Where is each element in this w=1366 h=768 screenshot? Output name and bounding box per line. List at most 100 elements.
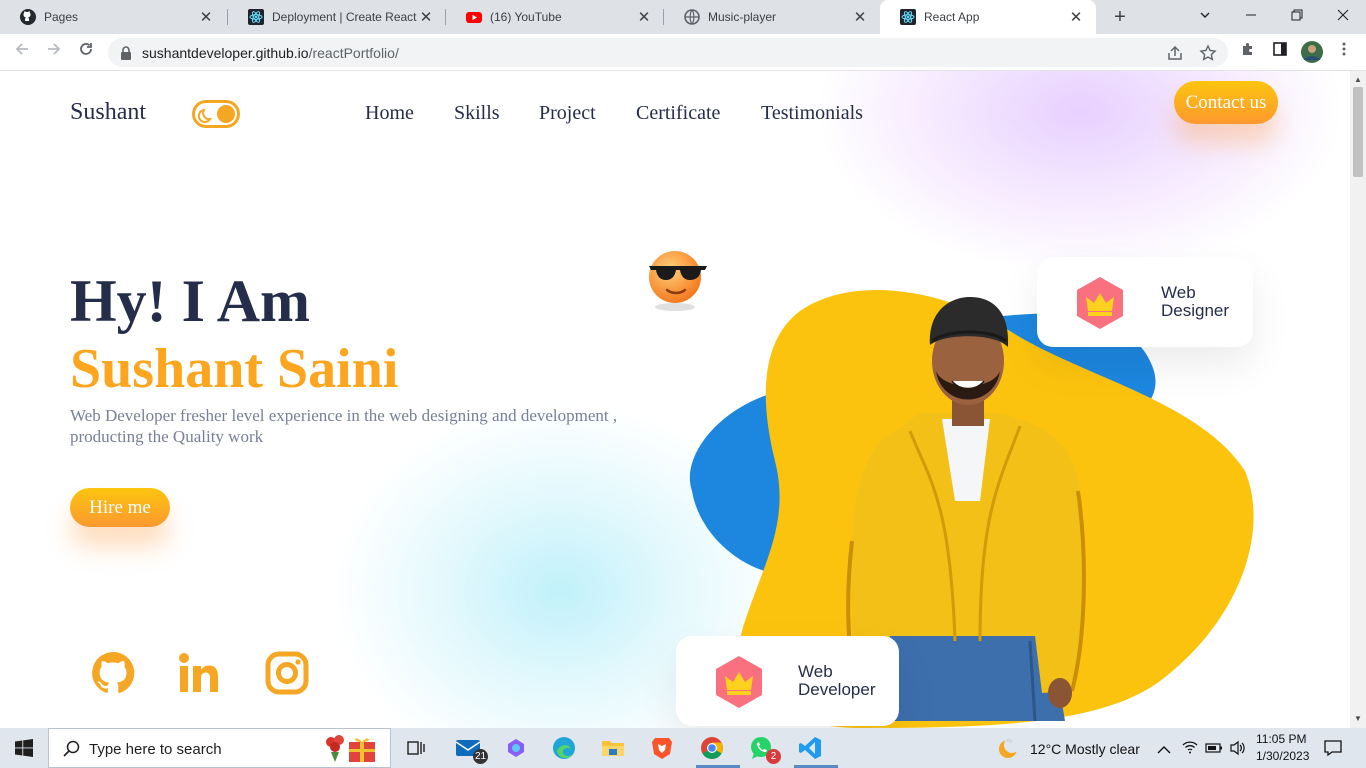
nav-certificate[interactable]: Certificate: [636, 102, 720, 125]
taskbar-vscode[interactable]: [794, 732, 838, 768]
crown-icon: [1073, 275, 1127, 336]
windows-logo-icon: [15, 739, 33, 757]
taskbar-copilot[interactable]: [500, 732, 532, 764]
back-button[interactable]: [10, 41, 34, 65]
nav-testimonials[interactable]: Testimonials: [761, 102, 863, 125]
notification-icon[interactable]: [1324, 739, 1342, 762]
avatar: [1301, 41, 1323, 63]
minimize-button[interactable]: [1228, 0, 1274, 34]
hero-description: Web Developer fresher level experience i…: [70, 406, 618, 446]
wifi-icon[interactable]: [1182, 740, 1198, 759]
share-icon[interactable]: [1166, 44, 1184, 62]
volume-icon[interactable]: [1229, 740, 1247, 761]
start-button[interactable]: [8, 732, 40, 764]
weather-text[interactable]: 12°C Mostly clear: [1030, 741, 1140, 757]
scroll-up-arrow-icon[interactable]: ▲: [1354, 75, 1362, 84]
forward-button[interactable]: [42, 41, 66, 65]
nav-home[interactable]: Home: [365, 102, 414, 125]
hero-name: Sushant Saini: [70, 338, 399, 400]
close-window-button[interactable]: [1320, 0, 1366, 34]
nav-skills[interactable]: Skills: [454, 102, 500, 125]
task-view-icon: [407, 741, 425, 755]
tab-title: (16) YouTube: [490, 10, 562, 24]
tab-title: React App: [924, 10, 980, 24]
search-placeholder: Type here to search: [89, 741, 222, 758]
taskbar-search-box[interactable]: Type here to search: [48, 728, 391, 768]
github-icon[interactable]: [89, 649, 137, 697]
task-view-button[interactable]: [400, 732, 432, 764]
flowers-gift-icon: [317, 732, 379, 768]
github-icon: [20, 9, 36, 25]
lock-icon: [120, 46, 132, 65]
moon-icon: [197, 106, 216, 129]
new-tab-button[interactable]: +: [1108, 5, 1132, 29]
tab-react-app[interactable]: React App ✕: [880, 0, 1096, 34]
puzzle-icon: [1243, 43, 1252, 55]
arrow-right-icon: [48, 43, 61, 55]
menu-button[interactable]: [1332, 41, 1356, 65]
restore-button[interactable]: [1274, 0, 1320, 34]
taskbar-brave[interactable]: [646, 732, 678, 764]
browser-tab-strip: Pages ✕ Deployment | Create React App ✕ …: [0, 0, 1366, 34]
youtube-icon: [466, 9, 482, 25]
theme-toggle[interactable]: [192, 100, 240, 128]
tab-search-button[interactable]: [1182, 0, 1228, 34]
reload-button[interactable]: [74, 41, 98, 65]
chevron-down-icon: [1200, 12, 1210, 18]
app-icon: [508, 739, 524, 757]
card-line2: Designer: [1161, 301, 1230, 320]
contact-us-button[interactable]: Contact us: [1174, 81, 1278, 124]
tab-pages[interactable]: Pages ✕: [0, 0, 226, 34]
card-title: Web Developer: [798, 663, 876, 699]
address-toolbar: sushantdeveloper.github.io/reactPortfoli…: [0, 34, 1366, 71]
taskbar-chrome[interactable]: [696, 732, 740, 768]
clock-date[interactable]: 1/30/2023: [1256, 749, 1309, 763]
card-line1: Web: [798, 662, 833, 681]
instagram-icon[interactable]: [263, 649, 311, 697]
tab-title: Pages: [44, 10, 79, 24]
taskbar-file-explorer[interactable]: [597, 732, 629, 764]
clock-time[interactable]: 11:05 PM: [1256, 732, 1306, 746]
react-icon: [248, 9, 264, 25]
tab-deployment[interactable]: Deployment | Create React App ✕: [228, 0, 446, 34]
close-icon: [1337, 9, 1349, 21]
battery-icon[interactable]: [1205, 741, 1223, 759]
minimize-icon: [1246, 14, 1256, 16]
nav-project[interactable]: Project: [539, 102, 596, 125]
chevron-up-icon[interactable]: [1157, 742, 1171, 760]
mail-badge: 21: [473, 749, 488, 764]
scrollbar-thumb[interactable]: [1353, 87, 1363, 177]
side-panel-button[interactable]: [1268, 41, 1292, 65]
weather-moon-icon[interactable]: [996, 736, 1022, 765]
url-text: sushantdeveloper.github.io/reactPortfoli…: [142, 45, 399, 61]
close-icon[interactable]: ✕: [418, 8, 434, 26]
web-designer-card: Web Designer: [1037, 257, 1253, 347]
brave-icon: [652, 738, 672, 759]
linkedin-icon[interactable]: [176, 649, 224, 697]
url-path: /reactPortfolio/: [308, 45, 399, 61]
close-icon[interactable]: ✕: [636, 8, 652, 26]
tab-title: Music-player: [708, 10, 777, 24]
taskbar-edge[interactable]: [548, 732, 580, 764]
page-scrollbar[interactable]: ▲ ▼: [1350, 71, 1366, 728]
extensions-button[interactable]: [1236, 41, 1260, 65]
close-icon[interactable]: ✕: [852, 8, 868, 26]
card-line2: Developer: [798, 680, 876, 699]
address-bar[interactable]: sushantdeveloper.github.io/reactPortfoli…: [108, 38, 1228, 67]
taskbar-mail[interactable]: 21: [452, 732, 488, 764]
site-logo[interactable]: Sushant: [70, 99, 146, 126]
scroll-down-arrow-icon[interactable]: ▼: [1354, 714, 1362, 723]
close-icon[interactable]: ✕: [198, 8, 214, 26]
tab-youtube[interactable]: (16) YouTube ✕: [446, 0, 664, 34]
reload-icon: [80, 43, 92, 55]
kebab-menu-icon: [1342, 42, 1346, 56]
close-icon[interactable]: ✕: [1068, 8, 1084, 26]
bookmark-star-icon[interactable]: [1199, 44, 1217, 62]
folder-icon: [602, 741, 624, 756]
hire-me-button[interactable]: Hire me: [70, 488, 170, 527]
tab-music-player[interactable]: Music-player ✕: [664, 0, 880, 34]
tab-title: Deployment | Create React App: [272, 10, 418, 24]
globe-icon: [684, 9, 700, 25]
taskbar-whatsapp[interactable]: 2: [745, 732, 781, 764]
profile-avatar[interactable]: [1300, 41, 1324, 65]
